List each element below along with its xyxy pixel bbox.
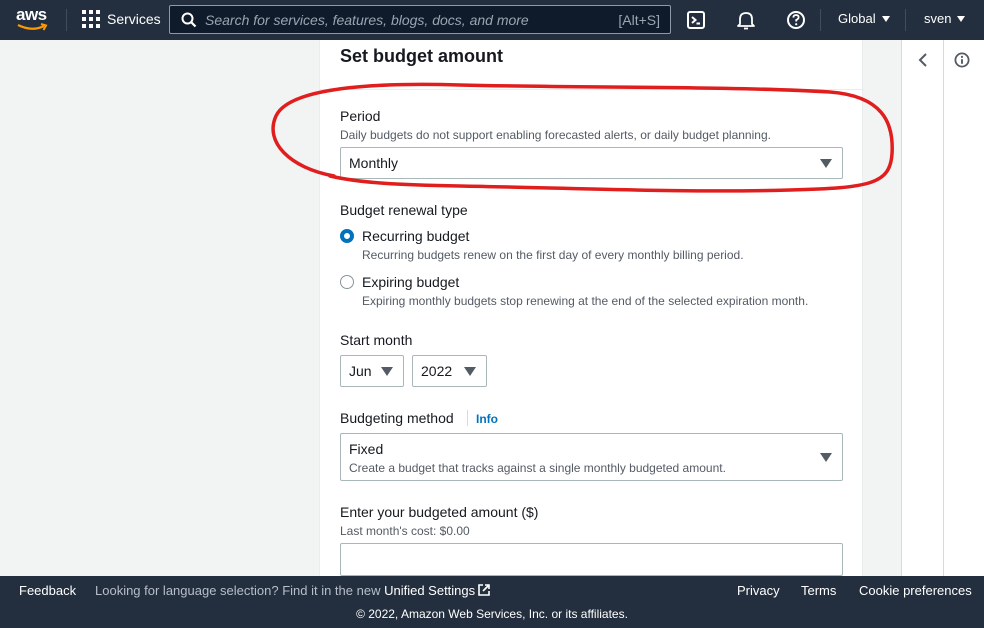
footer: Feedback Looking for language selection?… (0, 576, 984, 628)
start-year-select[interactable]: 2022 (412, 355, 487, 387)
start-month-select[interactable]: Jun (340, 355, 404, 387)
budgeting-method-select[interactable]: Fixed Create a budget that tracks agains… (340, 433, 843, 481)
caret-down-icon (464, 367, 476, 376)
search-placeholder: Search for services, features, blogs, do… (205, 12, 529, 28)
help-icon[interactable] (785, 9, 807, 31)
budgeting-method-value: Fixed (349, 441, 384, 457)
period-label: Period (340, 108, 381, 124)
budget-amount-card: Set budget amount Period Daily budgets d… (319, 40, 864, 580)
expiring-budget-description: Expiring monthly budgets stop renewing a… (362, 294, 809, 308)
budgeting-method-value-description: Create a budget that tracks against a si… (349, 461, 726, 475)
aws-logo-text: aws (16, 5, 47, 24)
aws-smile-icon (17, 23, 48, 31)
recurring-budget-description: Recurring budgets renew on the first day… (362, 248, 744, 262)
expiring-budget-label[interactable]: Expiring budget (362, 274, 459, 290)
card-header: Set budget amount (320, 40, 864, 90)
privacy-link[interactable]: Privacy (737, 583, 780, 598)
recurring-budget-label[interactable]: Recurring budget (362, 228, 469, 244)
cloudshell-icon[interactable] (686, 9, 708, 31)
budgeting-method-info-link[interactable]: Info (476, 412, 498, 426)
start-month-value: Jun (349, 363, 372, 379)
nav-divider (905, 9, 906, 31)
unified-settings-link[interactable]: Unified Settings (384, 583, 490, 598)
bell-icon[interactable] (735, 9, 757, 31)
language-prompt-text: Looking for language selection? Find it … (95, 583, 381, 598)
copyright: © 2022, Amazon Web Services, Inc. or its… (356, 607, 628, 621)
cookie-preferences-link[interactable]: Cookie preferences (859, 583, 972, 598)
feedback-link[interactable]: Feedback (19, 583, 76, 598)
region-selector[interactable]: Global (838, 11, 890, 26)
services-grid-icon (82, 10, 100, 28)
external-link-icon (478, 584, 490, 596)
recurring-budget-radio[interactable] (340, 229, 354, 243)
budget-amount-input[interactable] (340, 543, 843, 576)
card-title: Set budget amount (340, 46, 503, 66)
chevron-down-icon (957, 15, 966, 22)
search-icon (181, 12, 197, 28)
renewal-type-label: Budget renewal type (340, 202, 468, 218)
expiring-budget-radio[interactable] (340, 275, 354, 289)
nav-divider (820, 9, 821, 31)
region-label: Global (838, 11, 876, 26)
info-circle-icon[interactable] (954, 52, 970, 68)
search-shortcut: [Alt+S] (618, 12, 660, 28)
side-panel (901, 40, 984, 576)
user-label: sven (924, 11, 952, 26)
language-prompt: Looking for language selection? Find it … (95, 583, 490, 598)
panel-divider (943, 40, 944, 576)
caret-down-icon (381, 367, 393, 376)
start-month-label: Start month (340, 332, 413, 348)
budgeting-method-label: Budgeting method (340, 410, 454, 426)
budget-amount-label: Enter your budgeted amount ($) (340, 504, 539, 520)
period-value: Monthly (349, 155, 399, 171)
period-description: Daily budgets do not support enabling fo… (340, 128, 771, 142)
nav-divider (66, 9, 67, 31)
services-label: Services (107, 11, 161, 27)
start-year-value: 2022 (421, 363, 453, 379)
caret-down-icon (820, 159, 832, 168)
terms-link[interactable]: Terms (801, 583, 836, 598)
aws-logo[interactable]: aws (16, 5, 50, 33)
services-menu-button[interactable]: Services (82, 10, 161, 28)
chevron-down-icon (881, 15, 890, 22)
last-month-cost: Last month's cost: $0.00 (340, 524, 470, 538)
search-input[interactable]: Search for services, features, blogs, do… (169, 5, 671, 34)
account-menu[interactable]: sven (924, 11, 966, 26)
unified-settings-label: Unified Settings (384, 583, 476, 598)
caret-down-icon (820, 453, 832, 462)
top-navigation: aws Services Search for services, featur… (0, 0, 984, 40)
period-select[interactable]: Monthly (340, 147, 843, 179)
info-divider (467, 410, 468, 426)
chevron-left-icon[interactable] (916, 52, 930, 68)
